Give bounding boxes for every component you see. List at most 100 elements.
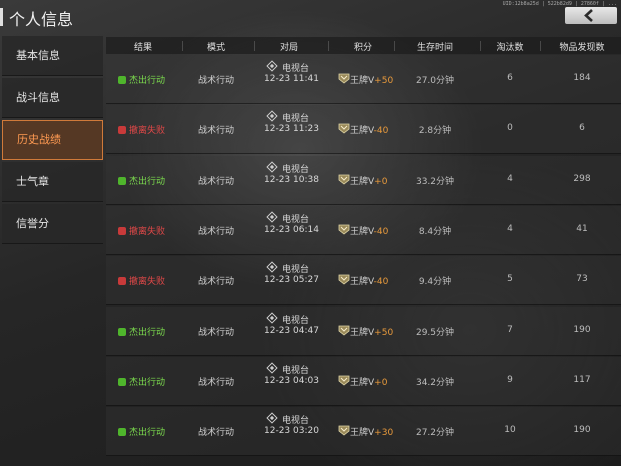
result-label: 撤离失败 (129, 126, 166, 136)
chevron-left-icon (584, 9, 593, 22)
map-diamond-icon (266, 412, 278, 424)
sidebar-item-morale-badge[interactable]: 士气章 (2, 162, 103, 202)
score-delta: -40 (373, 277, 389, 287)
survival-time: 34.2分钟 (415, 378, 455, 388)
rank-name: 王牌V (350, 227, 374, 237)
result-cell: 撤离失败 (118, 123, 165, 136)
rank-score: 王牌V-40 (350, 123, 388, 136)
map-name: 电视台 (282, 64, 310, 74)
table-row[interactable]: 撤离失败 战术行动 电视台 12-23 05:27 王牌V-40 9.4分钟 5… (106, 256, 621, 305)
score-delta: +50 (374, 76, 394, 86)
result-label: 撤离失败 (129, 227, 166, 237)
map-diamond-icon (266, 312, 278, 324)
back-button[interactable] (565, 7, 617, 24)
items-found-count: 184 (573, 73, 591, 83)
table-row[interactable]: 杰出行动 战术行动 电视台 12-23 03:20 王牌V+30 27.2分钟 … (106, 407, 621, 456)
map-diamond-icon (266, 211, 278, 223)
items-found-count: 190 (573, 425, 591, 435)
table-row[interactable]: 撤离失败 战术行动 电视台 12-23 11:23 王牌V-40 2.8分钟 0… (106, 105, 621, 154)
col-header-items-found: 物品发现数 (559, 43, 605, 53)
rank-name: 王牌V (350, 378, 375, 388)
survival-time: 2.8分钟 (418, 126, 452, 136)
result-label: 杰出行动 (129, 428, 166, 438)
rank-score: 王牌V+0 (350, 174, 387, 187)
result-cell: 杰出行动 (118, 425, 165, 438)
rank-badge-icon (338, 425, 350, 436)
result-status-icon (118, 427, 126, 436)
match-time: 12-23 11:23 (264, 124, 319, 134)
result-status-icon (118, 327, 126, 336)
score-delta: +0 (374, 177, 388, 187)
survival-time: 29.5分钟 (415, 328, 455, 338)
eliminations-count: 7 (507, 325, 513, 335)
table-row[interactable]: 杰出行动 战术行动 电视台 12-23 04:47 王牌V+50 29.5分钟 … (106, 307, 621, 356)
items-found-count: 190 (573, 325, 591, 335)
table-row[interactable]: 撤离失败 战术行动 电视台 12-23 06:14 王牌V-40 8.4分钟 4… (106, 206, 621, 255)
map-name: 电视台 (282, 416, 310, 426)
result-status-icon (118, 75, 126, 84)
survival-time: 9.4分钟 (418, 277, 452, 287)
result-cell: 杰出行动 (118, 325, 165, 338)
result-cell: 撤离失败 (118, 224, 165, 237)
col-header-score: 积分 (353, 43, 372, 53)
result-cell: 杰出行动 (118, 375, 165, 388)
items-found-count: 117 (573, 375, 591, 385)
sidebar-item-basic-info[interactable]: 基本信息 (2, 36, 103, 76)
map-name: 电视台 (282, 366, 310, 376)
match-time: 12-23 10:38 (264, 175, 319, 185)
match-time: 12-23 06:14 (264, 225, 319, 235)
result-label: 杰出行动 (129, 177, 166, 187)
map-name: 电视台 (282, 215, 310, 225)
col-header-match: 对局 (279, 43, 298, 53)
rank-badge-icon (338, 224, 350, 235)
eliminations-count: 10 (504, 425, 516, 435)
items-found-count: 298 (573, 174, 591, 184)
sidebar-item-combat-info[interactable]: 战斗信息 (2, 78, 103, 118)
score-delta: +0 (374, 378, 388, 388)
col-header-eliminations: 淘汰数 (496, 43, 524, 53)
title-bar: 个人信息 UID:12b8a25d | 522b82d9 | 27860f | … (0, 0, 621, 34)
table-row[interactable]: 杰出行动 战术行动 电视台 12-23 11:41 王牌V+50 27.0分钟 … (106, 55, 621, 104)
sidebar-item-match-history[interactable]: 历史战绩 (2, 120, 103, 160)
result-cell: 杰出行动 (118, 73, 165, 86)
result-status-icon (118, 276, 126, 285)
map-name: 电视台 (282, 165, 310, 175)
col-separator (480, 41, 481, 51)
sidebar-item-credit-score[interactable]: 信誉分 (2, 204, 103, 244)
rank-name: 王牌V (350, 76, 375, 86)
rank-name: 王牌V (350, 328, 375, 338)
match-time: 12-23 03:20 (264, 426, 319, 436)
eliminations-count: 6 (507, 73, 513, 83)
score-delta: +50 (374, 328, 394, 338)
survival-time: 8.4分钟 (418, 227, 452, 237)
table-row[interactable]: 杰出行动 战术行动 电视台 12-23 10:38 王牌V+0 33.2分钟 4… (106, 156, 621, 205)
col-separator (540, 41, 541, 51)
result-status-icon (118, 377, 126, 386)
map-diamond-icon (266, 161, 278, 173)
col-separator (328, 41, 329, 51)
rank-score: 王牌V+50 (350, 73, 393, 86)
result-cell: 杰出行动 (118, 174, 165, 187)
rank-score: 王牌V-40 (350, 274, 388, 287)
rank-score: 王牌V+0 (350, 375, 387, 388)
table-header: 结果 模式 对局 积分 生存时间 淘汰数 物品发现数 (106, 37, 621, 54)
map-diamond-icon (266, 110, 278, 122)
rank-name: 王牌V (350, 177, 375, 187)
rank-badge-icon (338, 375, 350, 386)
rank-name: 王牌V (350, 428, 375, 438)
col-header-survival-time: 生存时间 (416, 43, 453, 53)
mode-label: 战术行动 (197, 76, 234, 86)
survival-time: 33.2分钟 (415, 177, 455, 187)
result-status-icon (118, 125, 126, 134)
page-title: 个人信息 (9, 10, 74, 29)
match-time: 12-23 05:27 (264, 275, 319, 285)
table-row[interactable]: 杰出行动 战术行动 电视台 12-23 04:03 王牌V+0 34.2分钟 9… (106, 357, 621, 406)
mode-label: 战术行动 (197, 126, 234, 136)
result-cell: 撤离失败 (118, 274, 165, 287)
rank-name: 王牌V (350, 277, 374, 287)
items-found-count: 73 (576, 274, 588, 284)
map-name: 电视台 (282, 114, 310, 124)
rank-badge-icon (338, 174, 350, 185)
col-separator (254, 41, 255, 51)
rank-name: 王牌V (350, 126, 374, 136)
